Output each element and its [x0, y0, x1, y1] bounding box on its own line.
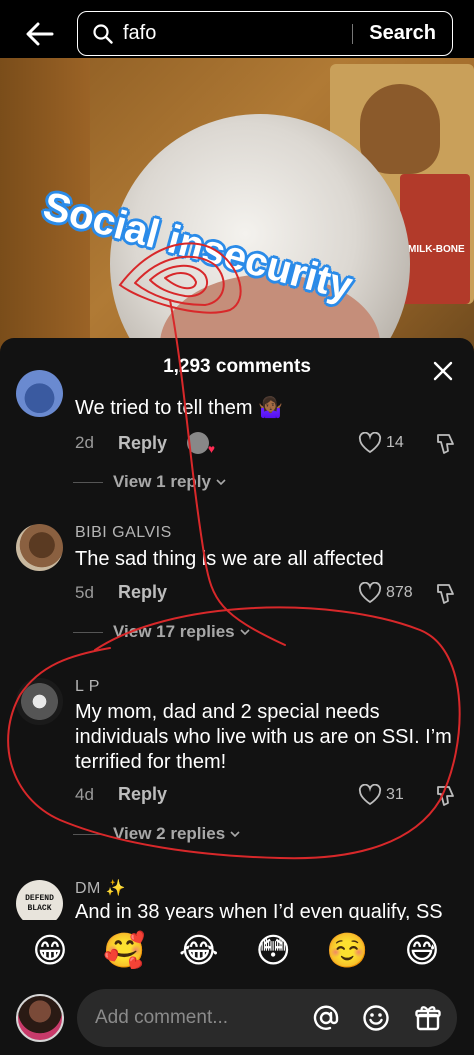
dislike-icon[interactable]	[434, 582, 458, 606]
comment-input[interactable]	[77, 1007, 297, 1029]
emoji-flushed-button[interactable]: 😳	[251, 931, 295, 971]
dislike-icon[interactable]	[434, 784, 458, 808]
comment-meta: 5d Reply	[75, 582, 167, 603]
like-button[interactable]: 31	[358, 784, 404, 806]
comments-count: 1,293 comments	[163, 356, 311, 377]
mention-icon[interactable]	[312, 1004, 340, 1032]
comment-username[interactable]: BIBI GALVIS	[75, 524, 172, 542]
creator-liked-badge: ♥	[187, 432, 215, 456]
comment-item: DEFEND BLACK DM ✨ And in 38 years when I…	[0, 876, 474, 927]
like-count: 878	[386, 584, 413, 601]
view-replies-label: View 1 reply	[113, 472, 211, 491]
reply-button[interactable]: Reply	[118, 784, 167, 805]
chevron-down-icon	[216, 479, 226, 486]
comment-input-row	[0, 982, 474, 1055]
like-button[interactable]: 14	[358, 432, 404, 454]
emoji-icon[interactable]	[362, 1004, 390, 1032]
reply-button[interactable]: Reply	[118, 433, 167, 454]
search-icon	[92, 23, 114, 45]
emoji-grin-button[interactable]: 😁	[28, 931, 72, 971]
reply-button[interactable]: Reply	[118, 582, 167, 603]
comment-text: The sad thing is we are all affected	[75, 548, 384, 570]
avatar[interactable]	[16, 678, 63, 725]
comment-meta: 2d Reply ♥	[75, 432, 215, 456]
arrow-left-icon	[26, 22, 54, 46]
view-replies-label: View 2 replies	[113, 824, 226, 843]
comment-meta: 4d Reply	[75, 784, 167, 805]
avatar[interactable]	[16, 370, 63, 417]
emoji-hearts-button[interactable]: 🥰	[102, 931, 146, 971]
gift-icon[interactable]	[414, 1004, 442, 1032]
view-replies-button[interactable]: View 17 replies	[73, 622, 251, 642]
back-button[interactable]	[22, 14, 58, 54]
view-replies-label: View 17 replies	[113, 622, 235, 641]
heart-outline-icon	[358, 432, 382, 454]
emoji-sweat-button[interactable]: 😅	[400, 931, 444, 971]
emoji-bar: 😁 🥰 😂 😳 ☺️ 😅	[0, 920, 474, 982]
like-button[interactable]: 878	[358, 582, 413, 604]
view-replies-button[interactable]: View 1 reply	[73, 472, 227, 492]
video-player[interactable]: MILK-BONE Social insecurity	[0, 54, 474, 354]
divider-line	[73, 481, 103, 483]
like-count: 31	[386, 786, 404, 803]
search-box[interactable]: fafo Search	[77, 11, 453, 56]
heart-outline-icon	[358, 784, 382, 806]
like-count: 14	[386, 434, 404, 451]
divider-line	[73, 833, 103, 835]
dog-image	[360, 84, 440, 174]
comment-text: We tried to tell them 🤷🏾‍♀️	[75, 397, 283, 419]
comment-item: We tried to tell them 🤷🏾‍♀️ 2d Reply ♥ 1…	[0, 370, 474, 506]
comment-item: BIBI GALVIS The sad thing is we are all …	[0, 518, 474, 648]
search-divider	[352, 23, 354, 44]
chevron-down-icon	[240, 629, 250, 636]
heart-icon: ♥	[207, 442, 216, 456]
comment-username[interactable]: DM ✨	[75, 878, 126, 898]
comment-time: 5d	[75, 582, 94, 602]
top-bar: fafo Search	[0, 0, 474, 58]
comment-time: 2d	[75, 433, 94, 452]
comment-time: 4d	[75, 784, 94, 804]
comment-text: My mom, dad and 2 special needs individu…	[75, 701, 452, 773]
heart-outline-icon	[358, 582, 382, 604]
avatar[interactable]	[16, 524, 63, 571]
chevron-down-icon	[230, 831, 240, 838]
divider-line	[73, 631, 103, 633]
dislike-icon[interactable]	[434, 432, 458, 456]
my-avatar[interactable]	[16, 994, 64, 1042]
avatar-text: DEFEND BLACK	[25, 893, 54, 913]
poster-label: MILK-BONE	[408, 244, 465, 255]
comment-input-box[interactable]	[77, 989, 457, 1047]
search-query[interactable]: fafo	[123, 22, 352, 45]
comment-username[interactable]: L P	[75, 678, 100, 696]
search-button[interactable]: Search	[369, 22, 436, 45]
emoji-smile-button[interactable]: ☺️	[326, 931, 370, 971]
emoji-joy-button[interactable]: 😂	[177, 931, 221, 971]
comment-item: L P My mom, dad and 2 special needs indi…	[0, 674, 474, 854]
close-icon[interactable]	[432, 360, 454, 382]
view-replies-button[interactable]: View 2 replies	[73, 824, 241, 844]
